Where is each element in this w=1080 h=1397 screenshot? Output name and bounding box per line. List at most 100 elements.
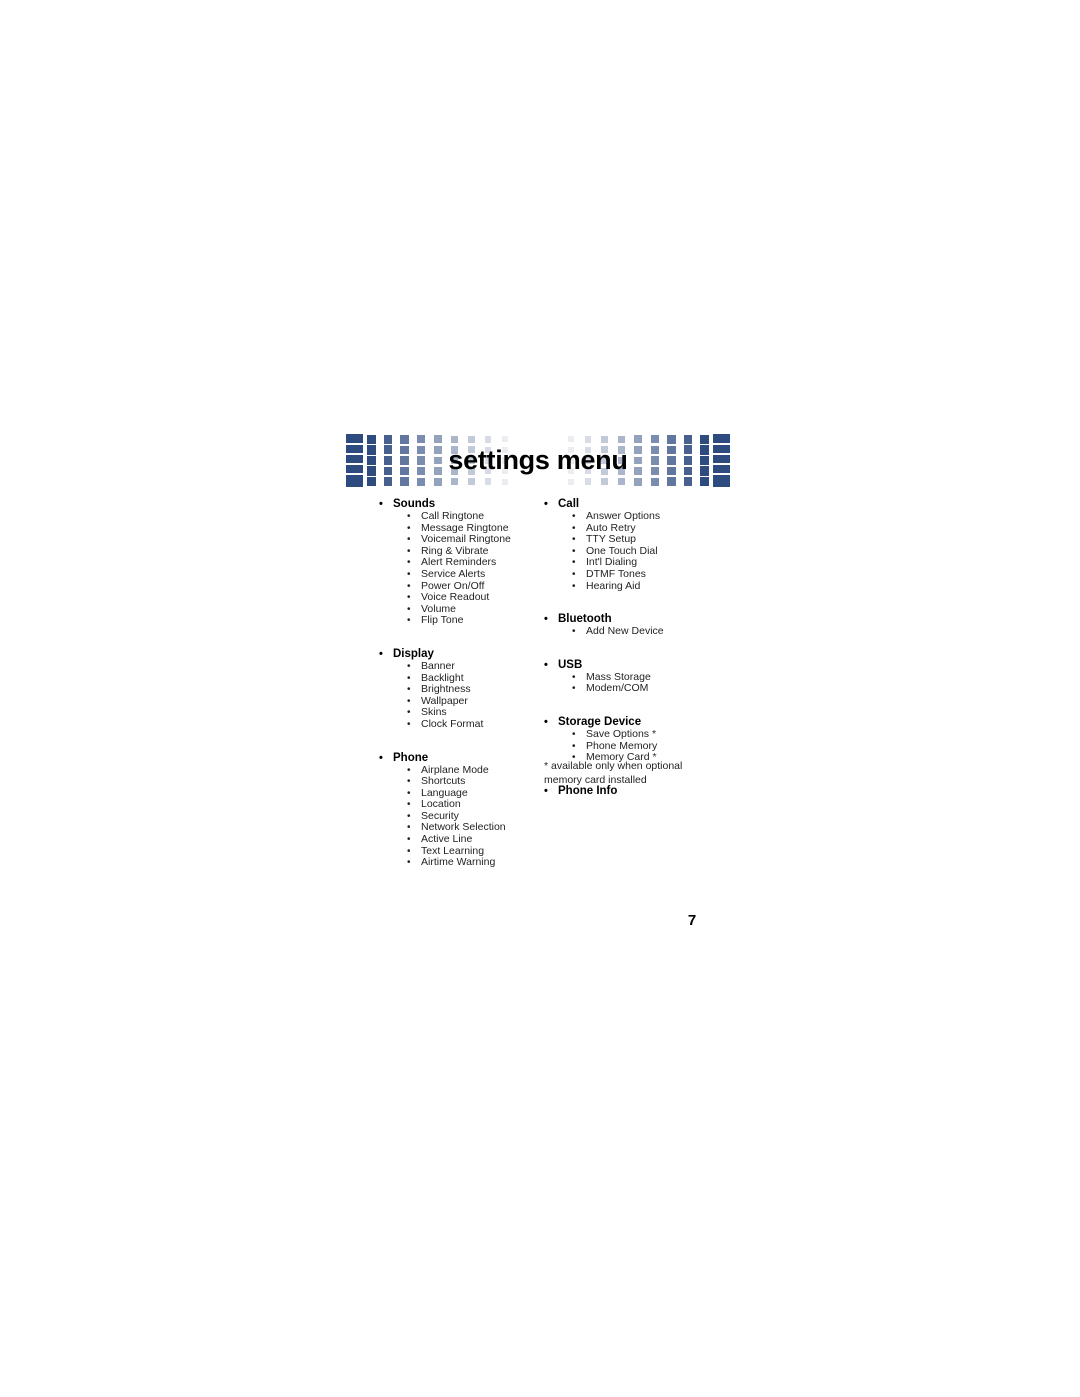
settings-subitem[interactable]: • Shortcuts: [379, 776, 544, 788]
settings-subitem[interactable]: • Active Line: [379, 834, 544, 846]
settings-group-header[interactable]: • Phone: [379, 751, 544, 765]
bullet-level2-icon: •: [572, 557, 576, 569]
bullet-level1-icon: •: [379, 647, 383, 660]
bullet-level2-icon: •: [407, 557, 411, 569]
settings-subitem[interactable]: • Brightness: [379, 684, 544, 696]
bullet-level2-icon: •: [407, 787, 411, 799]
settings-subitem-label: Int'l Dialing: [586, 556, 638, 569]
bullet-level2-icon: •: [407, 545, 411, 557]
outline-column-right: • Call • Answer Options • Auto Retry • TTY Setu…: [544, 497, 734, 798]
settings-subitem[interactable]: • Answer Options: [544, 511, 734, 523]
settings-subitem-label: Power On/Off: [421, 579, 485, 592]
bullet-level1-icon: •: [379, 751, 383, 764]
bullet-level2-icon: •: [407, 776, 411, 788]
settings-subitem-label: Phone Memory: [586, 739, 658, 752]
settings-subitem[interactable]: • Banner: [379, 661, 544, 673]
bullet-level1-icon: •: [544, 613, 548, 626]
settings-group: • Call • Answer Options • Auto Retry • TTY Setu…: [544, 497, 734, 592]
settings-subitem-label: Airplane Mode: [421, 763, 489, 776]
settings-subitem-label: Shortcuts: [421, 775, 466, 788]
settings-group: • Storage Device • Save Options * • Phone Mem…: [544, 715, 734, 764]
bullet-level2-icon: •: [407, 834, 411, 846]
settings-subitem[interactable]: • Clock Format: [379, 719, 544, 731]
settings-group-header[interactable]: • Sounds: [379, 497, 544, 511]
bullet-level1-icon: •: [544, 498, 548, 510]
bullet-level1-icon: •: [379, 498, 383, 510]
bullet-level2-icon: •: [572, 545, 576, 557]
bullet-level2-icon: •: [572, 626, 576, 638]
settings-subitem[interactable]: • Flip Tone: [379, 615, 544, 627]
settings-subitem[interactable]: • Service Alerts: [379, 569, 544, 581]
settings-group: • Bluetooth • Add New Device: [544, 612, 734, 638]
bullet-level2-icon: •: [407, 718, 411, 730]
bullet-level2-icon: •: [407, 684, 411, 696]
settings-subitem[interactable]: • Location: [379, 799, 544, 811]
settings-subitem-list: • Call Ringtone • Message Ringtone • Voicemai…: [379, 511, 544, 627]
settings-subitem[interactable]: • Add New Device: [544, 626, 734, 638]
bullet-level2-icon: •: [407, 822, 411, 834]
bullet-level2-icon: •: [407, 615, 411, 627]
bullet-level2-icon: •: [407, 845, 411, 857]
settings-subitem[interactable]: • Call Ringtone: [379, 511, 544, 523]
settings-group-header[interactable]: • Display: [379, 647, 544, 661]
settings-subitem-label: Modem/COM: [586, 682, 649, 695]
bullet-level2-icon: •: [407, 534, 411, 546]
settings-subitem-list: • Airplane Mode • Shortcuts • Language • Locati…: [379, 763, 544, 869]
settings-subitem-label: Language: [421, 786, 468, 799]
settings-subitem[interactable]: • One Touch Dial: [544, 546, 734, 558]
bullet-level2-icon: •: [572, 683, 576, 695]
settings-group-label: Storage Device: [558, 715, 642, 728]
bullet-level2-icon: •: [407, 603, 411, 615]
settings-subitem-list: • Answer Options • Auto Retry • TTY Setup • One…: [544, 511, 734, 592]
settings-subitem-label: Add New Device: [586, 625, 664, 638]
settings-subitem-list: • Banner • Backlight • Brightness • Wallpaper • S…: [379, 661, 544, 731]
bullet-level2-icon: •: [407, 764, 411, 776]
settings-subitem[interactable]: • DTMF Tones: [544, 569, 734, 581]
settings-subitem[interactable]: • Wallpaper: [379, 696, 544, 708]
settings-subitem-label: Backlight: [421, 671, 464, 684]
bullet-level1-icon: •: [544, 658, 548, 671]
settings-subitem-label: Mass Storage: [586, 670, 651, 683]
settings-subitem-label: Answer Options: [586, 510, 661, 522]
page-title: settings menu: [448, 445, 628, 475]
bullet-level2-icon: •: [407, 707, 411, 719]
outline-column-left: • Sounds • Call Ringtone • Message Ringtone • V…: [379, 497, 544, 869]
settings-subitem[interactable]: • Language: [379, 788, 544, 800]
settings-subitem-list: • Save Options * • Phone Memory • Memory Card…: [544, 729, 734, 764]
bullet-level2-icon: •: [407, 857, 411, 869]
settings-group-label: Sounds: [393, 498, 436, 510]
bullet-level2-icon: •: [407, 695, 411, 707]
settings-subitem[interactable]: • Modem/COM: [544, 683, 734, 695]
footnote-text: * available only when optional memory ca…: [544, 760, 683, 786]
settings-subitem-list: • Add New Device: [544, 626, 734, 638]
settings-subitem-label: Network Selection: [421, 821, 506, 834]
settings-group-header[interactable]: • Call: [544, 497, 734, 511]
page-number: 7: [687, 912, 697, 929]
settings-subitem[interactable]: • Airtime Warning: [379, 857, 544, 869]
settings-subitem-label: Brightness: [421, 683, 471, 696]
settings-group-label: Call: [558, 498, 580, 510]
settings-subitem-label: Ring & Vibrate: [421, 544, 489, 557]
page-header-banner: settings menu: [346, 434, 730, 487]
settings-subitem[interactable]: • Auto Retry: [544, 522, 734, 535]
settings-subitem-label: Banner: [421, 659, 455, 672]
settings-group-header[interactable]: • USB: [544, 658, 734, 672]
settings-subitem-label: One Touch Dial: [586, 544, 658, 557]
settings-group-label: Phone: [393, 751, 429, 764]
settings-group-header[interactable]: • Storage Device: [544, 715, 734, 729]
settings-subitem[interactable]: • Voice Readout: [379, 592, 544, 604]
bullet-level1-icon: •: [544, 715, 548, 728]
settings-subitem-label: Save Options *: [586, 727, 657, 740]
settings-subitem-label: Wallpaper: [421, 694, 468, 707]
settings-subitem[interactable]: • Hearing Aid: [544, 580, 734, 593]
settings-subitem-label: Alert Reminders: [421, 556, 497, 569]
settings-group-header[interactable]: • Bluetooth: [544, 612, 734, 626]
settings-group-label: USB: [558, 658, 583, 671]
settings-group: • USB • Mass Storage • Modem/COM: [544, 658, 734, 695]
settings-subitem[interactable]: • Save Options *: [544, 729, 734, 741]
settings-subitem-label: Location: [421, 798, 461, 811]
settings-subitem-label: Service Alerts: [421, 567, 486, 580]
